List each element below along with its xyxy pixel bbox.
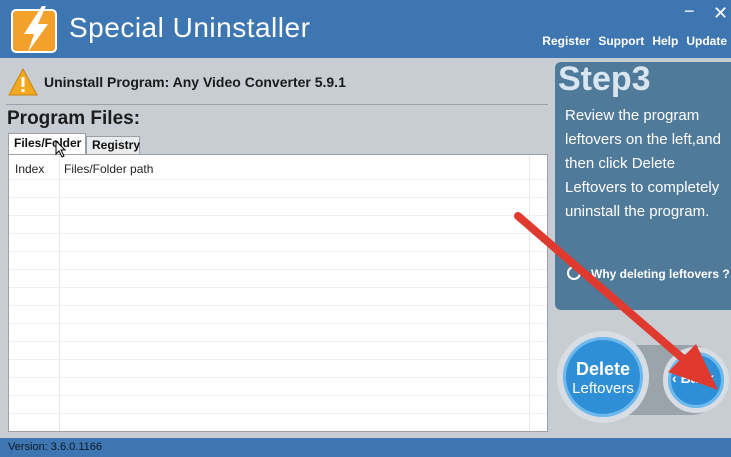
program-bar: Uninstall Program: Any Video Converter 5… bbox=[6, 66, 546, 96]
row-line bbox=[9, 179, 547, 180]
app-title: Special Uninstaller bbox=[69, 12, 311, 43]
delete-label: Delete bbox=[575, 359, 631, 379]
why-deleting-link[interactable]: Why deleting leftovers ? bbox=[567, 266, 730, 281]
row-line bbox=[9, 395, 547, 396]
leftovers-label: Leftovers bbox=[572, 380, 634, 397]
row-line bbox=[9, 287, 547, 288]
mouse-cursor-icon bbox=[55, 140, 67, 158]
title-bar: Special Uninstaller − ✕ Register Support… bbox=[0, 0, 731, 58]
tab-files-folder[interactable]: Files/Folder bbox=[8, 133, 86, 154]
row-line bbox=[9, 377, 547, 378]
row-line bbox=[9, 413, 547, 414]
back-button[interactable]: ‹ Back bbox=[663, 347, 729, 413]
step-title: Step3 bbox=[558, 60, 651, 98]
row-line bbox=[9, 197, 547, 198]
status-bar: Version: 3.6.0.1166 bbox=[0, 438, 731, 457]
program-label: Uninstall Program: Any Video Converter 5… bbox=[44, 74, 346, 90]
row-line bbox=[9, 305, 547, 306]
logo-icon bbox=[11, 6, 57, 53]
row-line bbox=[9, 341, 547, 342]
minimize-button[interactable]: − bbox=[684, 2, 695, 20]
row-line bbox=[9, 269, 547, 270]
why-deleting-label: Why deleting leftovers ? bbox=[591, 267, 730, 281]
divider bbox=[6, 104, 548, 105]
table-header: Index Files/Folder path bbox=[9, 155, 547, 179]
step-panel: Step3 Review the program leftovers on th… bbox=[555, 60, 731, 310]
step-description: Review the program leftovers on the left… bbox=[565, 107, 721, 220]
column-path[interactable]: Files/Folder path bbox=[64, 162, 153, 176]
row-line bbox=[9, 215, 547, 216]
back-label: ‹ Back bbox=[672, 370, 715, 386]
register-link[interactable]: Register bbox=[542, 34, 590, 48]
program-files-title: Program Files: bbox=[7, 108, 141, 129]
delete-leftovers-button[interactable]: Delete Leftovers bbox=[557, 331, 649, 423]
top-menu: Register Support Help Update bbox=[534, 34, 727, 48]
help-link[interactable]: Help bbox=[652, 34, 678, 48]
tab-registry[interactable]: Registry bbox=[86, 136, 140, 154]
left-pane: Uninstall Program: Any Video Converter 5… bbox=[0, 58, 553, 438]
close-button[interactable]: ✕ bbox=[713, 4, 728, 22]
files-table[interactable]: Index Files/Folder path bbox=[8, 154, 548, 432]
warning-icon bbox=[8, 68, 38, 96]
chevron-left-icon: ‹ bbox=[672, 370, 681, 386]
support-link[interactable]: Support bbox=[598, 34, 644, 48]
update-link[interactable]: Update bbox=[686, 34, 727, 48]
row-line bbox=[9, 359, 547, 360]
row-line bbox=[9, 323, 547, 324]
column-index[interactable]: Index bbox=[15, 162, 44, 176]
version-label: Version: 3.6.0.1166 bbox=[8, 441, 102, 453]
hand-pointer-icon bbox=[567, 266, 581, 280]
action-buttons: Delete Leftovers ‹ Back bbox=[555, 325, 731, 435]
row-line bbox=[9, 233, 547, 234]
row-line bbox=[9, 251, 547, 252]
